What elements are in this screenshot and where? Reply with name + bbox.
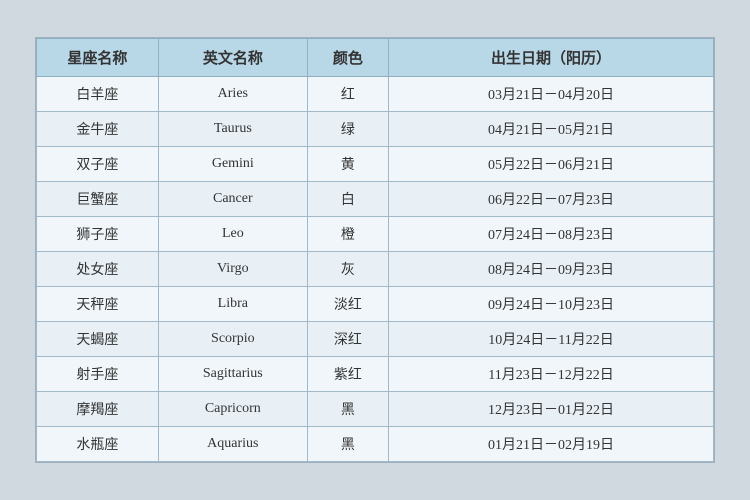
header-chinese: 星座名称 [37, 39, 159, 77]
cell-english: Capricorn [158, 392, 307, 427]
table-header-row: 星座名称 英文名称 颜色 出生日期（阳历） [37, 39, 714, 77]
cell-chinese: 天秤座 [37, 287, 159, 322]
table-body: 白羊座Aries红03月21日－04月20日金牛座Taurus绿04月21日－0… [37, 77, 714, 462]
cell-date: 06月22日－07月23日 [389, 182, 714, 217]
header-date: 出生日期（阳历） [389, 39, 714, 77]
cell-date: 04月21日－05月21日 [389, 112, 714, 147]
cell-color: 橙 [307, 217, 388, 252]
cell-english: Virgo [158, 252, 307, 287]
cell-english: Sagittarius [158, 357, 307, 392]
cell-color: 淡红 [307, 287, 388, 322]
table-row: 狮子座Leo橙07月24日－08月23日 [37, 217, 714, 252]
table-row: 摩羯座Capricorn黑12月23日－01月22日 [37, 392, 714, 427]
cell-date: 11月23日－12月22日 [389, 357, 714, 392]
zodiac-table: 星座名称 英文名称 颜色 出生日期（阳历） 白羊座Aries红03月21日－04… [36, 38, 714, 462]
cell-date: 03月21日－04月20日 [389, 77, 714, 112]
cell-chinese: 狮子座 [37, 217, 159, 252]
cell-english: Leo [158, 217, 307, 252]
table-row: 处女座Virgo灰08月24日－09月23日 [37, 252, 714, 287]
cell-color: 红 [307, 77, 388, 112]
table-row: 巨蟹座Cancer白06月22日－07月23日 [37, 182, 714, 217]
table-row: 天蝎座Scorpio深红10月24日－11月22日 [37, 322, 714, 357]
cell-chinese: 处女座 [37, 252, 159, 287]
cell-color: 灰 [307, 252, 388, 287]
header-color: 颜色 [307, 39, 388, 77]
cell-color: 黄 [307, 147, 388, 182]
cell-color: 白 [307, 182, 388, 217]
cell-date: 08月24日－09月23日 [389, 252, 714, 287]
cell-color: 紫红 [307, 357, 388, 392]
cell-color: 黑 [307, 392, 388, 427]
cell-date: 07月24日－08月23日 [389, 217, 714, 252]
table-row: 射手座Sagittarius紫红11月23日－12月22日 [37, 357, 714, 392]
cell-date: 01月21日－02月19日 [389, 427, 714, 462]
header-english: 英文名称 [158, 39, 307, 77]
cell-english: Gemini [158, 147, 307, 182]
cell-color: 深红 [307, 322, 388, 357]
cell-date: 12月23日－01月22日 [389, 392, 714, 427]
cell-date: 09月24日－10月23日 [389, 287, 714, 322]
cell-chinese: 白羊座 [37, 77, 159, 112]
cell-chinese: 巨蟹座 [37, 182, 159, 217]
cell-chinese: 水瓶座 [37, 427, 159, 462]
cell-color: 黑 [307, 427, 388, 462]
cell-english: Scorpio [158, 322, 307, 357]
table-row: 天秤座Libra淡红09月24日－10月23日 [37, 287, 714, 322]
cell-english: Aries [158, 77, 307, 112]
cell-english: Taurus [158, 112, 307, 147]
cell-date: 10月24日－11月22日 [389, 322, 714, 357]
table-row: 双子座Gemini黄05月22日－06月21日 [37, 147, 714, 182]
cell-english: Cancer [158, 182, 307, 217]
table-row: 水瓶座Aquarius黑01月21日－02月19日 [37, 427, 714, 462]
cell-chinese: 摩羯座 [37, 392, 159, 427]
cell-chinese: 射手座 [37, 357, 159, 392]
cell-chinese: 天蝎座 [37, 322, 159, 357]
cell-english: Aquarius [158, 427, 307, 462]
zodiac-table-container: 星座名称 英文名称 颜色 出生日期（阳历） 白羊座Aries红03月21日－04… [35, 37, 715, 463]
table-row: 金牛座Taurus绿04月21日－05月21日 [37, 112, 714, 147]
table-row: 白羊座Aries红03月21日－04月20日 [37, 77, 714, 112]
cell-date: 05月22日－06月21日 [389, 147, 714, 182]
cell-chinese: 金牛座 [37, 112, 159, 147]
cell-english: Libra [158, 287, 307, 322]
cell-color: 绿 [307, 112, 388, 147]
cell-chinese: 双子座 [37, 147, 159, 182]
